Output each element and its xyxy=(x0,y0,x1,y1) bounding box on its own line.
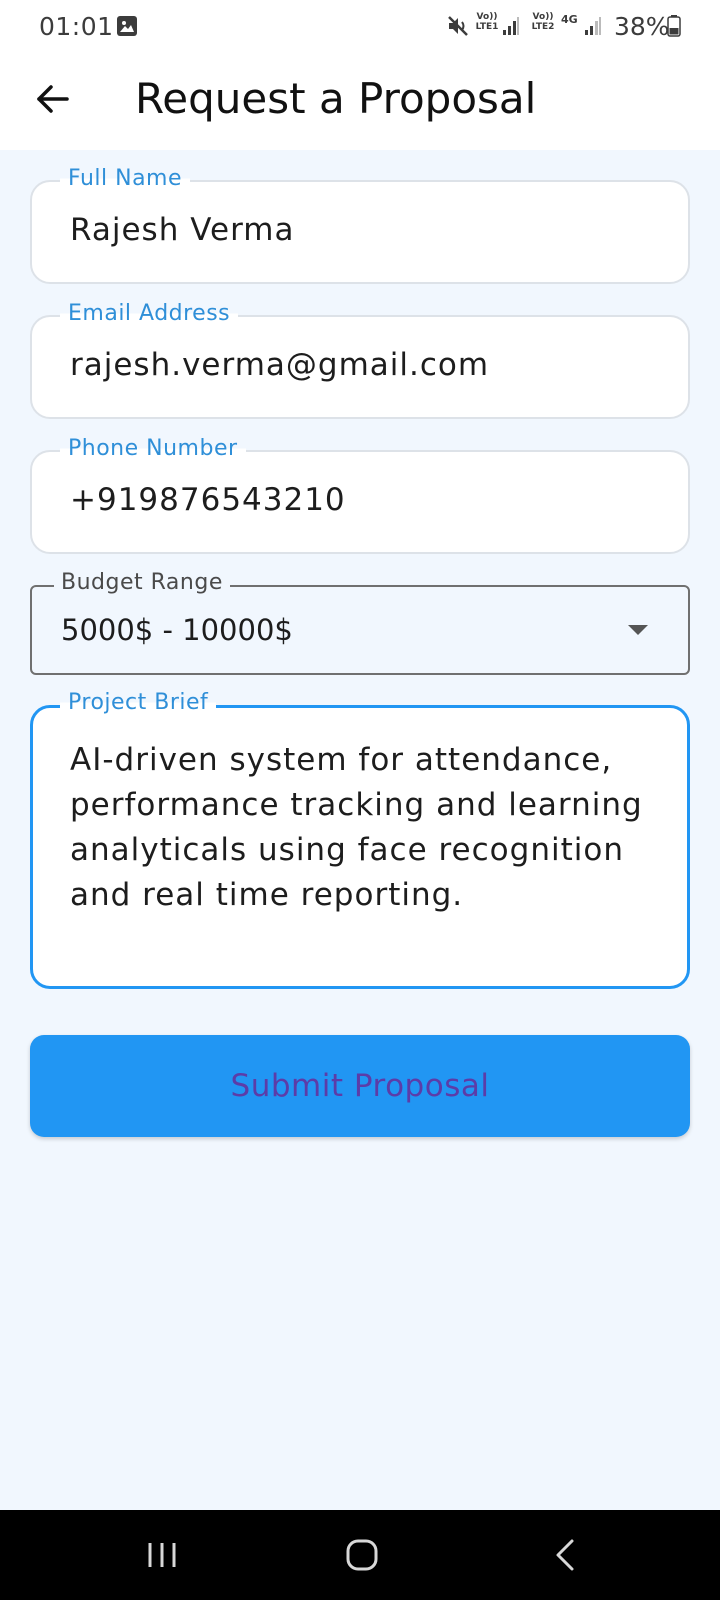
phone-value: +919876543210 xyxy=(70,482,346,518)
submit-proposal-button[interactable]: Submit Proposal xyxy=(30,1035,690,1137)
sim1-signal: Vo)) LTE1 xyxy=(474,12,524,40)
email-label: Email Address xyxy=(60,301,239,326)
arrow-left-icon xyxy=(37,85,69,113)
signal-icon xyxy=(503,17,519,35)
gallery-icon xyxy=(117,16,137,36)
full-name-field[interactable]: Full Name Rajesh Verma xyxy=(30,166,690,284)
project-brief-value: AI-driven system for attendance, perform… xyxy=(70,742,643,913)
sim1-label: Vo)) LTE1 xyxy=(475,12,499,32)
battery-icon xyxy=(667,15,681,37)
status-time: 01:01 xyxy=(39,12,114,41)
project-brief-field[interactable]: Project Brief AI-driven system for atten… xyxy=(30,690,690,989)
submit-proposal-label: Submit Proposal xyxy=(230,1068,490,1104)
project-brief-label: Project Brief xyxy=(60,690,217,715)
recent-apps-icon[interactable] xyxy=(142,1535,182,1575)
system-nav-bar xyxy=(0,1510,720,1600)
sim2-network: 4G xyxy=(561,13,578,26)
battery-percent: 38% xyxy=(614,12,670,41)
home-icon[interactable] xyxy=(342,1535,382,1575)
sim2-signal: Vo)) LTE2 4G xyxy=(530,12,610,40)
phone-label: Phone Number xyxy=(60,436,246,461)
full-name-value: Rajesh Verma xyxy=(70,212,295,248)
status-bar: 01:01 Vo)) LTE1 Vo)) LTE2 4G 38% xyxy=(0,0,720,54)
back-button[interactable] xyxy=(28,74,78,124)
app-bar: Request a Proposal xyxy=(0,54,720,150)
budget-range-label: Budget Range xyxy=(54,570,230,595)
email-value: rajesh.verma@gmail.com xyxy=(70,347,490,383)
phone-field[interactable]: Phone Number +919876543210 xyxy=(30,436,690,554)
sim2-label: Vo)) LTE2 xyxy=(531,12,555,32)
page-title: Request a Proposal xyxy=(135,74,537,123)
budget-range-select[interactable]: Budget Range 5000$ - 10000$ xyxy=(30,570,690,675)
full-name-label: Full Name xyxy=(60,166,191,191)
mute-icon xyxy=(448,16,468,36)
chevron-down-icon[interactable] xyxy=(628,623,648,637)
budget-range-value: 5000$ - 10000$ xyxy=(61,613,293,647)
signal-icon xyxy=(585,17,601,35)
email-field[interactable]: Email Address rajesh.verma@gmail.com xyxy=(30,301,690,419)
back-icon[interactable] xyxy=(546,1535,586,1575)
